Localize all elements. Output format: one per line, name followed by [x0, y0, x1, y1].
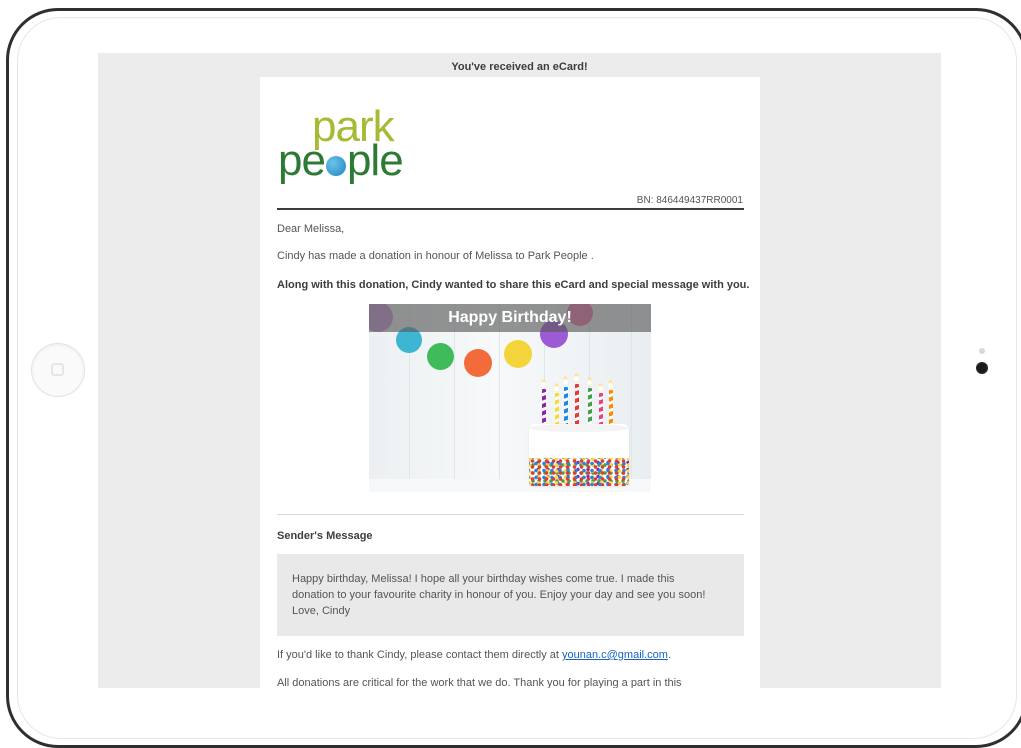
footer-text: All donations are critical for the work … [277, 677, 682, 688]
message-line: donation to your favourite charity in ho… [292, 589, 706, 601]
message-line: Happy birthday, Melissa! I hope all your… [292, 573, 675, 585]
share-line: Along with this donation, Cindy wanted t… [277, 279, 750, 291]
email-screen[interactable]: You've received an eCard! park pe ple BN:… [98, 53, 941, 688]
thank-you-prefix: If you'd like to thank Cindy, please con… [277, 649, 562, 661]
thank-you-line: If you'd like to thank Cindy, please con… [277, 649, 671, 661]
section-divider [277, 514, 744, 515]
park-people-logo[interactable]: park pe ple [277, 105, 477, 195]
message-line: Love, Cindy [292, 605, 351, 617]
camera-icon [976, 362, 988, 374]
birthday-card-image: Happy Birthday! [369, 304, 651, 492]
greeting: Dear Melissa, [277, 223, 345, 235]
home-square-glyph [51, 363, 64, 376]
thank-you-suffix: . [667, 649, 671, 661]
globe-icon [325, 156, 346, 176]
business-number: BN: 846449437RR0001 [636, 195, 743, 206]
logo-people-part1: pe [278, 136, 326, 185]
home-button-icon[interactable] [31, 343, 85, 397]
ecard-banner: You've received an eCard! [451, 61, 588, 73]
cake [529, 424, 629, 486]
sender-message-box: Happy birthday, Melissa! I hope all your… [277, 554, 744, 636]
ecard-body: park pe ple BN: 846449437RR0001 Dear Meli… [260, 77, 760, 688]
sender-message-heading: Sender's Message [277, 530, 373, 542]
card-image-title: Happy Birthday! [369, 304, 651, 332]
sensor-icon [979, 348, 985, 354]
header-rule [277, 208, 744, 210]
sender-email-link[interactable]: younan.c@gmail.com [562, 649, 668, 661]
logo-word-people: pe ple [278, 136, 404, 185]
sender-message-text: Happy birthday, Melissa! I hope all your… [292, 571, 722, 619]
donation-intro: Cindy has made a donation in honour of M… [277, 250, 594, 262]
logo-people-part2: ple [346, 136, 404, 185]
